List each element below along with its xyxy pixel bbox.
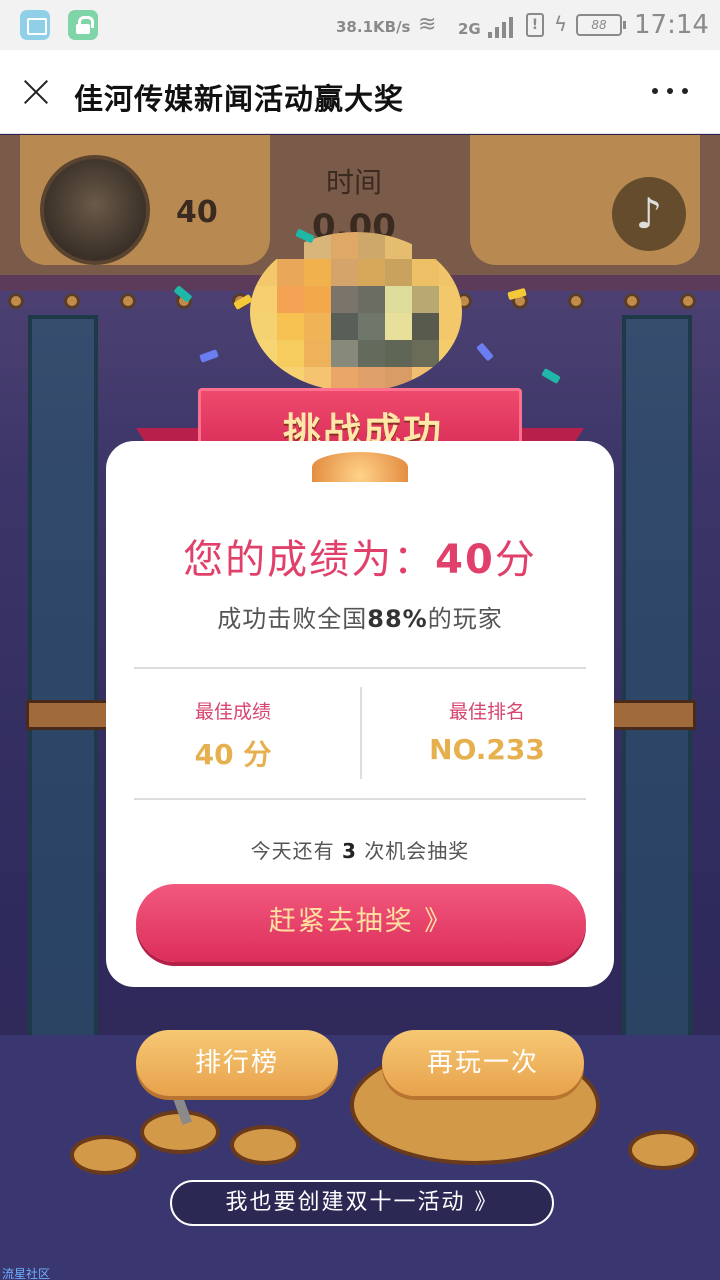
page-title: 佳河传媒新闻活动赢大奖: [74, 82, 405, 116]
coin: [230, 1125, 300, 1165]
divider: [134, 798, 586, 800]
wifi-icon: ≋: [418, 12, 437, 37]
coin: [70, 1135, 140, 1175]
lock-icon: [68, 10, 98, 40]
best-rank-label: 最佳排名: [448, 701, 525, 723]
network-speed: 38.1KB/s: [336, 18, 411, 36]
charging-icon: ϟ: [554, 12, 568, 36]
coin-stack: [628, 1130, 698, 1170]
create-event-button[interactable]: 我也要创建双十一活动 》: [170, 1180, 554, 1226]
chances-count: 3: [342, 839, 357, 863]
score-line: 您的成绩为：40分: [106, 527, 614, 585]
shelf-right: [600, 700, 696, 730]
music-icon[interactable]: ♪: [612, 177, 686, 251]
chances-text: 今天还有 3 次机会抽奖: [106, 835, 614, 864]
score-value: 40: [435, 537, 495, 583]
gallery-icon: [20, 10, 50, 40]
title-bar: 佳河传媒新闻活动赢大奖: [0, 50, 720, 134]
best-score-value: 40 分: [194, 738, 272, 771]
best-score-label: 最佳成绩: [194, 701, 271, 723]
best-rank-value: NO.233: [429, 733, 545, 766]
divider: [134, 667, 586, 669]
status-bar: 38.1KB/s ≋ 2G ! ϟ 88 17:14: [0, 0, 720, 50]
chances-prefix: 今天还有: [250, 839, 335, 863]
close-icon[interactable]: [18, 74, 54, 110]
battery-icon: 88: [576, 14, 626, 36]
ranking-button[interactable]: 排行榜: [136, 1030, 338, 1096]
replay-button[interactable]: 再玩一次: [382, 1030, 584, 1096]
beat-prefix: 成功击败全国: [217, 605, 368, 633]
beat-percent: 88%: [367, 605, 428, 633]
network-type: 2G: [458, 20, 481, 38]
alert-icon: !: [526, 13, 544, 37]
clock: 17:14: [634, 10, 709, 40]
draw-lottery-button[interactable]: 赶紧去抽奖 》: [136, 884, 586, 962]
trophy-lamp: [312, 452, 408, 482]
score-prefix: 您的成绩为：: [183, 537, 436, 583]
score-unit: 分: [494, 537, 537, 583]
game-time-label: 时间: [326, 166, 383, 199]
result-card: 您的成绩为：40分 成功击败全国88%的玩家 最佳成绩 40 分 最佳排名 NO…: [106, 441, 614, 987]
more-icon[interactable]: [650, 88, 690, 98]
watermark: 流星社区: [2, 1267, 51, 1280]
chances-suffix: 次机会抽奖: [364, 839, 470, 863]
beat-line: 成功击败全国88%的玩家: [106, 599, 614, 634]
beat-suffix: 的玩家: [427, 605, 503, 633]
player-avatar: [40, 155, 150, 265]
shelf-left: [26, 700, 116, 730]
pixelated-avatar: [250, 232, 462, 392]
game-score: 40: [176, 195, 218, 230]
signal-icon: [486, 14, 520, 38]
